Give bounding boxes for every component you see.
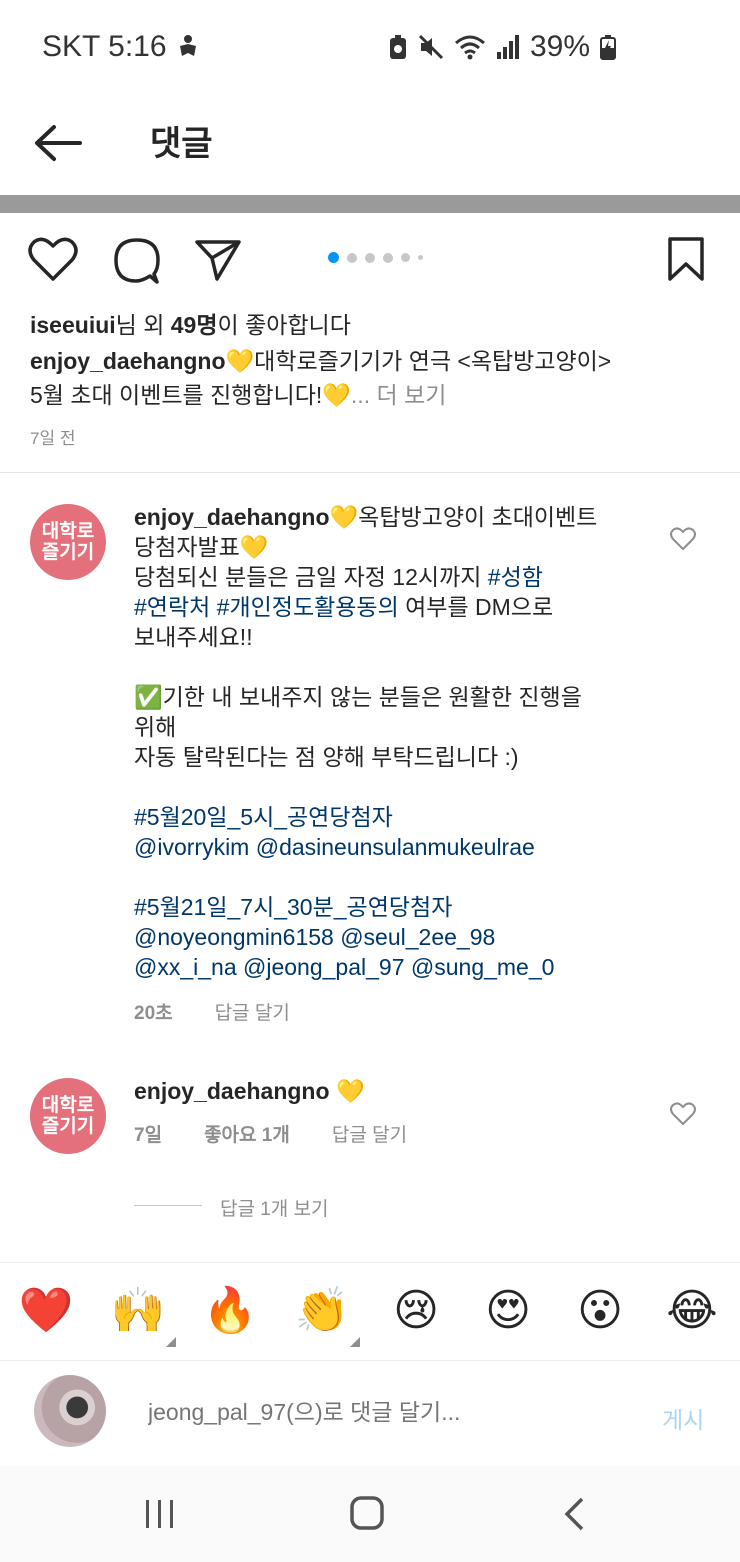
caption-username[interactable]: enjoy_daehangno	[30, 348, 226, 374]
mention-links[interactable]: @ivorrykim @dasineunsulanmukeulrae	[134, 834, 535, 860]
comment-text: 💛옥탑방고양이 초대이벤트	[329, 504, 598, 530]
page-title: 댓글	[150, 125, 213, 163]
emoji-cry[interactable]: 😢	[386, 1285, 446, 1337]
system-nav-bar	[0, 1466, 740, 1562]
carousel-dot	[365, 252, 375, 263]
battery-percent: 39%	[529, 30, 590, 63]
post-time: 7일 전	[30, 429, 76, 448]
comment-text: ✅기한 내 보내주지 않는 분들은 원활한 진행을	[134, 684, 582, 710]
comment-text: 당첨자발표💛	[134, 534, 269, 560]
comment-input[interactable]	[148, 1399, 628, 1426]
comment-text: 당첨되신 분들은 금일 자정 12시까지	[134, 564, 488, 590]
hashtag-link[interactable]: #연락처	[134, 594, 210, 620]
comment-text: 위해	[134, 714, 177, 740]
carousel-dot	[418, 255, 423, 260]
accessibility-icon	[179, 35, 196, 56]
comment-text: 보내주세요!!	[134, 624, 253, 650]
emoji-heart-eyes[interactable]: 😍	[478, 1285, 538, 1337]
comment-text: 자동 탈락된다는 점 양해 부탁드립니다 :)	[134, 744, 519, 770]
comment-meta: 20초 답글 달기	[134, 998, 290, 1025]
carousel-dot-active	[328, 252, 339, 263]
likes-user[interactable]: iseeuiui	[30, 312, 116, 338]
comment-body: enjoy_daehangno 💛	[134, 1076, 654, 1106]
status-left: SKT 5:16	[42, 30, 199, 64]
skin-tone-indicator	[166, 1337, 176, 1347]
post-button[interactable]: 게시	[662, 1401, 704, 1435]
carrier-time: SKT 5:16	[42, 30, 167, 63]
likes-text: 님 외	[115, 312, 171, 338]
hashtag-link[interactable]: #성함	[488, 564, 543, 590]
emoji-open-mouth[interactable]: 😮	[570, 1285, 630, 1337]
comment-likes[interactable]: 좋아요 1개	[204, 1120, 290, 1147]
post-image-edge[interactable]	[0, 195, 740, 213]
comment-time: 7일	[134, 1125, 163, 1146]
back-arrow-icon[interactable]	[30, 118, 84, 168]
emoji-quick-bar: ❤️ 🙌 🔥 👏 😢 😍 😮 😂	[0, 1262, 740, 1360]
wifi-icon	[454, 35, 485, 60]
comment-text: 💛	[335, 1078, 365, 1104]
emoji-fire[interactable]: 🔥	[200, 1285, 260, 1337]
bookmark-icon[interactable]	[666, 236, 706, 282]
recent-apps-icon[interactable]	[144, 1498, 176, 1530]
emoji-heart[interactable]: ❤️	[16, 1285, 76, 1337]
home-icon[interactable]	[350, 1496, 384, 1530]
hashtag-link[interactable]: #5월20일_5시_공연당첨자	[134, 804, 393, 830]
comment-composer: 게시	[0, 1360, 740, 1466]
avatar-text: 대학로	[41, 521, 95, 542]
comment-body: enjoy_daehangno💛옥탑방고양이 초대이벤트 당첨자발표💛 당첨되신…	[134, 502, 654, 982]
likes-summary[interactable]: iseeuiui님 외 49명이 좋아합니다	[30, 306, 351, 340]
carousel-dot	[347, 252, 357, 263]
likes-text-suffix: 이 좋아합니다	[217, 312, 351, 338]
my-avatar	[34, 1375, 106, 1447]
avatar-text: 즐기기	[41, 1116, 95, 1137]
share-send-icon[interactable]	[194, 238, 242, 282]
carousel-dot	[383, 252, 393, 263]
comment-like-heart-icon[interactable]	[670, 527, 696, 551]
status-bar: SKT 5:16 39%	[0, 0, 740, 96]
mention-links[interactable]: @noyeongmin6158 @seul_2ee_98	[134, 924, 495, 950]
hashtag-link[interactable]: #5월21일_7시_30분_공연당첨자	[134, 894, 452, 920]
mention-links[interactable]: @xx_i_na @jeong_pal_97 @sung_me_0	[134, 954, 554, 980]
like-heart-icon[interactable]	[28, 236, 78, 282]
view-replies-button[interactable]: 답글 1개 보기	[220, 1194, 329, 1221]
avatar-text: 대학로	[41, 1095, 95, 1116]
likes-count[interactable]: 49명	[171, 312, 218, 338]
divider	[0, 472, 740, 473]
mute-icon	[418, 34, 444, 60]
emoji-raised-hands[interactable]: 🙌	[108, 1285, 168, 1337]
reply-divider	[134, 1205, 202, 1206]
charging-battery-icon	[600, 35, 616, 60]
comment-meta: 7일 좋아요 1개 답글 달기	[134, 1120, 407, 1147]
post-caption: enjoy_daehangno💛대학로즐기기가 연극 <옥탑방고양이> 5월 초…	[30, 344, 710, 412]
emoji-clap[interactable]: 👏	[292, 1285, 352, 1337]
caption-line-2: 5월 초대 이벤트를 진행합니다!💛	[30, 382, 351, 408]
avatar-text: 즐기기	[41, 542, 95, 563]
more-link[interactable]: ... 더 보기	[351, 382, 446, 408]
comment-bubble-icon[interactable]	[112, 236, 162, 284]
caption-line-1: 💛대학로즐기기가 연극 <옥탑방고양이>	[225, 348, 612, 374]
back-icon[interactable]	[562, 1496, 586, 1532]
reply-button[interactable]: 답글 달기	[332, 1120, 407, 1147]
emoji-joy[interactable]: 😂	[662, 1285, 722, 1337]
header: 댓글	[0, 96, 740, 192]
hashtag-link[interactable]: #개인정도활용동의	[217, 594, 399, 620]
comment-username[interactable]: enjoy_daehangno	[134, 1078, 330, 1104]
comment-text: 여부를 DM으로	[398, 594, 554, 620]
status-right: 39%	[388, 30, 616, 64]
skin-tone-indicator	[350, 1337, 360, 1347]
comment-time: 20초	[134, 1003, 173, 1024]
commenter-avatar[interactable]: 대학로 즐기기	[30, 1078, 106, 1154]
signal-icon	[496, 35, 519, 59]
carousel-indicator	[328, 252, 423, 263]
carousel-dot	[401, 253, 410, 262]
battery-saver-icon	[389, 35, 406, 59]
comment-username[interactable]: enjoy_daehangno	[134, 504, 330, 530]
commenter-avatar[interactable]: 대학로 즐기기	[30, 504, 106, 580]
comment-like-heart-icon[interactable]	[670, 1102, 696, 1126]
reply-button[interactable]: 답글 달기	[215, 998, 290, 1025]
